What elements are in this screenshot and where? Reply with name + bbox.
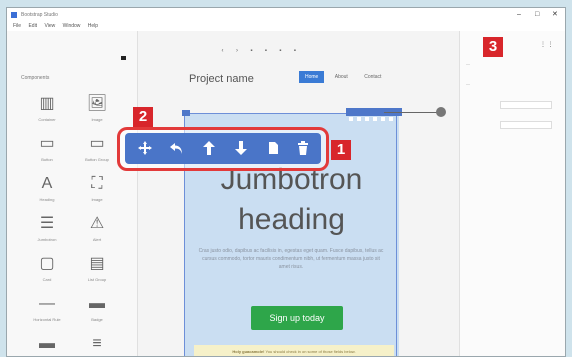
title-bar: Bootstrap Studio – □ ✕: [7, 8, 565, 23]
nav-tabs: Home About Contact: [299, 71, 390, 83]
component-button[interactable]: ▭ Button: [27, 133, 67, 171]
copy-icon[interactable]: [259, 133, 287, 164]
mini-tool-icon[interactable]: [357, 117, 361, 121]
option-label: —: [466, 61, 470, 66]
component-label: Jumbotron: [37, 237, 57, 242]
picture-icon: ⛶: [91, 175, 103, 192]
component-label: List Group: [87, 277, 107, 282]
component-label: Button: [41, 157, 53, 162]
window-title: Bootstrap Studio: [21, 12, 58, 18]
callout-line: [384, 112, 439, 113]
menu-view[interactable]: View: [44, 23, 55, 29]
button-icon: ▭: [39, 135, 55, 152]
mini-tool-icon[interactable]: [381, 117, 385, 121]
badge-icon: ▬: [89, 295, 105, 312]
design-canvas: ‹ › ▪ ▪ ▪ ▪ Project name Home About Cont…: [139, 31, 459, 356]
component-label: Horizontal Rule: [33, 317, 61, 322]
components-panel: Components ▥ Container 🖼 Image ▭ Button ▭ Butto…: [7, 31, 138, 356]
navbar-brand[interactable]: Project name: [189, 73, 254, 85]
minimize-button[interactable]: –: [517, 8, 521, 22]
component-image[interactable]: ⛶ Image: [77, 173, 117, 211]
selection-tag[interactable]: [182, 110, 190, 116]
component-label: Badge: [91, 317, 103, 322]
component-label: Image: [91, 117, 103, 122]
component-label: Alert: [92, 237, 102, 242]
nav-tab-about[interactable]: About: [329, 71, 354, 83]
menu-window[interactable]: Window: [63, 23, 81, 29]
mini-tool-icon[interactable]: [389, 117, 393, 121]
trash-icon[interactable]: [289, 133, 317, 164]
close-button[interactable]: ✕: [552, 8, 558, 22]
floating-toolbar: [125, 133, 321, 164]
device-md-icon[interactable]: ▪: [277, 48, 284, 55]
component-progress[interactable]: ▬Progress: [27, 333, 67, 356]
component-label: Image: [91, 197, 103, 202]
list-icon: ▤: [89, 255, 105, 272]
maximize-button[interactable]: □: [535, 8, 539, 22]
prev-icon[interactable]: ‹: [219, 48, 226, 55]
image-icon: 🖼: [86, 95, 108, 112]
component-label: Container: [38, 117, 56, 122]
next-icon[interactable]: ›: [233, 48, 240, 55]
component-list[interactable]: ≡List: [77, 333, 117, 356]
mini-tool-icon[interactable]: [349, 117, 353, 121]
menu-help[interactable]: Help: [88, 23, 98, 29]
component-label: Heading: [39, 197, 55, 202]
app-window: Bootstrap Studio – □ ✕ File Edit View Wi…: [6, 7, 566, 357]
app-icon: [11, 12, 17, 18]
arrow-down-icon[interactable]: [227, 133, 255, 164]
jumbotron-icon: ☰: [39, 215, 55, 232]
components-panel-title: Components: [21, 75, 50, 81]
progress-icon: ▬: [39, 335, 55, 352]
options-panel-icons[interactable]: ⋮ ⋮: [540, 41, 554, 48]
arrow-up-icon[interactable]: [195, 133, 223, 164]
card-icon: ▢: [39, 255, 55, 272]
list-bullets-icon: ≡: [92, 335, 102, 352]
component-card[interactable]: ▢ Card: [27, 253, 67, 291]
option-field[interactable]: [500, 101, 552, 109]
nav-tab-home[interactable]: Home: [299, 71, 325, 83]
callout-badge-2: 2: [133, 107, 153, 127]
component-alert[interactable]: ⚠ Alert: [77, 213, 117, 251]
component-jumbotron[interactable]: ☰ Jumbotron: [27, 213, 67, 251]
component-button-group[interactable]: ▭ Button Group: [77, 133, 117, 171]
undo-arrow-icon[interactable]: [163, 133, 191, 164]
alert-icon: ⚠: [89, 215, 105, 232]
option-label: —: [466, 81, 470, 86]
device-sm-icon[interactable]: ▪: [262, 48, 269, 55]
component-heading[interactable]: A Heading: [27, 173, 67, 211]
grid-icon: ▥: [39, 95, 55, 112]
component-image[interactable]: 🖼 Image: [77, 93, 117, 131]
device-xs-icon[interactable]: ▪: [248, 48, 255, 55]
rule-icon: —: [39, 295, 55, 312]
panel-handle-icon[interactable]: [121, 56, 126, 60]
component-horizontal-rule[interactable]: — Horizontal Rule: [27, 293, 67, 331]
component-container[interactable]: ▥ Container: [27, 93, 67, 131]
menu-edit[interactable]: Edit: [28, 23, 37, 29]
callout-dot: [436, 107, 446, 117]
component-badge[interactable]: ▬ Badge: [77, 293, 117, 331]
mini-tool-icon[interactable]: [365, 117, 369, 121]
component-label: Card: [42, 277, 52, 282]
callout-badge-3: 3: [483, 37, 503, 57]
device-lg-icon[interactable]: ▪: [291, 48, 298, 55]
component-list-group[interactable]: ▤ List Group: [77, 253, 117, 291]
menu-bar: File Edit View Window Help: [7, 22, 565, 31]
heading-icon: A: [41, 175, 53, 192]
component-label: Button Group: [85, 157, 109, 162]
device-toolbar: ‹ › ▪ ▪ ▪ ▪: [219, 39, 301, 54]
option-field[interactable]: [500, 121, 552, 129]
nav-tab-contact[interactable]: Contact: [358, 71, 387, 83]
callout-badge-1: 1: [331, 140, 351, 160]
move-arrows-icon[interactable]: [131, 133, 159, 164]
menu-file[interactable]: File: [13, 23, 21, 29]
options-panel: ⋮ ⋮ — —: [459, 31, 565, 356]
button-group-icon: ▭: [89, 135, 105, 152]
mini-tool-icon[interactable]: [373, 117, 377, 121]
